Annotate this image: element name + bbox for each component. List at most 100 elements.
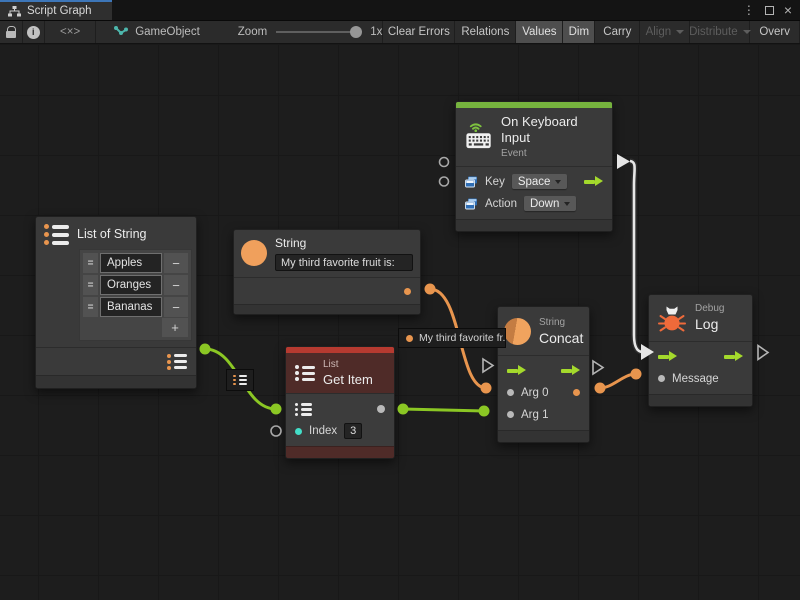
node-body: Arg 0 Arg 1 xyxy=(498,355,589,430)
node-body: Key Space Action Down xyxy=(456,166,612,219)
concat-flow-in-triangle[interactable] xyxy=(483,359,493,372)
list-input-icon[interactable] xyxy=(295,403,312,416)
item-wire[interactable] xyxy=(403,409,484,411)
graph-canvas[interactable]: On Keyboard Input Event Key Space xyxy=(0,45,800,600)
drag-handle-icon[interactable]: = xyxy=(83,297,98,317)
align-dropdown[interactable]: Align xyxy=(640,21,690,43)
string-value-field[interactable]: My third favorite fruit is: xyxy=(275,254,413,271)
list-output-row xyxy=(36,348,196,375)
list-item-field[interactable]: Oranges xyxy=(100,275,162,295)
remove-item-button[interactable]: − xyxy=(164,253,188,273)
arg0-input-port[interactable] xyxy=(507,389,514,396)
node-body: Index 3 xyxy=(286,393,394,446)
overview-button[interactable]: Overv xyxy=(750,21,800,43)
remove-item-button[interactable]: − xyxy=(164,297,188,317)
node-header: Debug Log xyxy=(649,295,752,341)
index-input-port[interactable] xyxy=(295,428,302,435)
message-label: Message xyxy=(672,373,719,385)
unity-visual-scripting-window: Script Graph ⋮ × i <×> GameObject Zoom 1… xyxy=(0,0,800,600)
wire-endpoint[interactable] xyxy=(425,284,436,295)
node-title: String xyxy=(275,236,413,251)
lock-button[interactable] xyxy=(0,21,23,43)
flow-output-arrow[interactable] xyxy=(561,365,580,376)
values-toggle[interactable]: Values xyxy=(516,21,563,43)
node-on-keyboard-input[interactable]: On Keyboard Input Event Key Space xyxy=(455,101,613,232)
arg1-input-port[interactable] xyxy=(507,411,514,418)
clear-errors-button[interactable]: Clear Errors xyxy=(383,21,455,43)
flow-input-arrow[interactable] xyxy=(507,365,526,376)
wire-endpoint[interactable] xyxy=(479,406,490,417)
index-loose-port[interactable] xyxy=(271,426,281,436)
message-input-port[interactable] xyxy=(658,375,665,382)
node-title: List of String xyxy=(77,227,146,243)
tab-script-graph[interactable]: Script Graph xyxy=(0,0,112,20)
node-header: List of String xyxy=(36,217,196,247)
tab-title: Script Graph xyxy=(27,5,92,17)
key-dropdown[interactable]: Space xyxy=(512,174,568,189)
node-subtitle: String xyxy=(539,316,583,329)
flow-wire-shadow xyxy=(630,161,643,352)
wire-endpoint[interactable] xyxy=(200,344,211,355)
log-flow-out-triangle[interactable] xyxy=(758,346,768,360)
graph-icon xyxy=(8,6,21,17)
string-output-port[interactable] xyxy=(404,288,411,295)
zoom-slider[interactable] xyxy=(276,31,356,33)
flow-wire-start-triangle[interactable] xyxy=(617,154,630,169)
close-icon[interactable]: × xyxy=(784,3,792,17)
edit-script-button[interactable]: <×> xyxy=(45,21,96,43)
item-output-port[interactable] xyxy=(377,405,385,413)
node-footer xyxy=(36,375,196,388)
node-get-item[interactable]: List Get Item Index 3 xyxy=(285,346,395,459)
flow-wire[interactable] xyxy=(630,161,643,352)
node-list-of-string[interactable]: List of String = Apples − = Oranges − = … xyxy=(35,216,197,389)
wire-endpoint[interactable] xyxy=(595,383,606,394)
string-value-text: My third favorite fr... xyxy=(419,332,506,344)
wire-endpoint[interactable] xyxy=(481,383,492,394)
maximize-icon[interactable] xyxy=(765,6,774,15)
node-concat[interactable]: String Concat Arg 0 Arg 1 xyxy=(497,306,590,443)
action-dropdown[interactable]: Down xyxy=(524,196,576,211)
inspect-button[interactable]: i xyxy=(23,21,46,43)
wire-endpoint[interactable] xyxy=(271,404,282,415)
drag-handle-icon[interactable]: = xyxy=(83,275,98,295)
wire-endpoint[interactable] xyxy=(398,404,409,415)
index-value-field[interactable]: 3 xyxy=(344,423,362,439)
key-value: Space xyxy=(518,176,551,188)
list-item-row: = Oranges − xyxy=(83,275,188,295)
result-output-port[interactable] xyxy=(573,389,580,396)
literal-icon xyxy=(465,176,478,188)
distribute-dropdown[interactable]: Distribute xyxy=(690,21,750,43)
list-item-field[interactable]: Bananas xyxy=(100,297,162,317)
add-item-button[interactable]: + xyxy=(162,318,188,337)
carry-toggle[interactable]: Carry xyxy=(595,21,640,43)
lock-icon xyxy=(6,31,16,38)
flow-output-arrow[interactable] xyxy=(724,351,743,362)
key-loose-port[interactable] xyxy=(440,158,449,167)
node-footer xyxy=(234,304,420,314)
caret-down-icon xyxy=(564,202,570,206)
dim-toggle[interactable]: Dim xyxy=(563,21,595,43)
result-wire[interactable] xyxy=(600,374,636,388)
message-row: Message xyxy=(649,368,752,390)
flow-row xyxy=(498,360,589,382)
flow-input-arrow[interactable] xyxy=(658,351,677,362)
node-header: String My third favorite fruit is: xyxy=(234,230,420,277)
relations-button[interactable]: Relations xyxy=(455,21,516,43)
action-loose-port[interactable] xyxy=(440,177,449,186)
drag-handle-icon[interactable]: = xyxy=(83,253,98,273)
menu-icon[interactable]: ⋮ xyxy=(743,4,755,16)
concat-flow-out-triangle[interactable] xyxy=(593,361,603,374)
node-body: Message xyxy=(649,341,752,394)
list-item-field[interactable]: Apples xyxy=(100,253,162,273)
flow-output-arrow[interactable] xyxy=(584,176,603,187)
list-output-icon[interactable] xyxy=(167,354,187,370)
zoom-slider-knob[interactable] xyxy=(350,26,362,38)
node-subtitle: Event xyxy=(501,147,603,160)
remove-item-button[interactable]: − xyxy=(164,275,188,295)
node-body xyxy=(234,277,420,304)
node-debug-log[interactable]: Debug Log Message xyxy=(648,294,753,407)
node-string-literal[interactable]: String My third favorite fruit is: xyxy=(233,229,421,315)
arg0-label: Arg 0 xyxy=(521,387,549,399)
wire-endpoint[interactable] xyxy=(631,369,642,380)
align-label: Align xyxy=(646,26,672,38)
